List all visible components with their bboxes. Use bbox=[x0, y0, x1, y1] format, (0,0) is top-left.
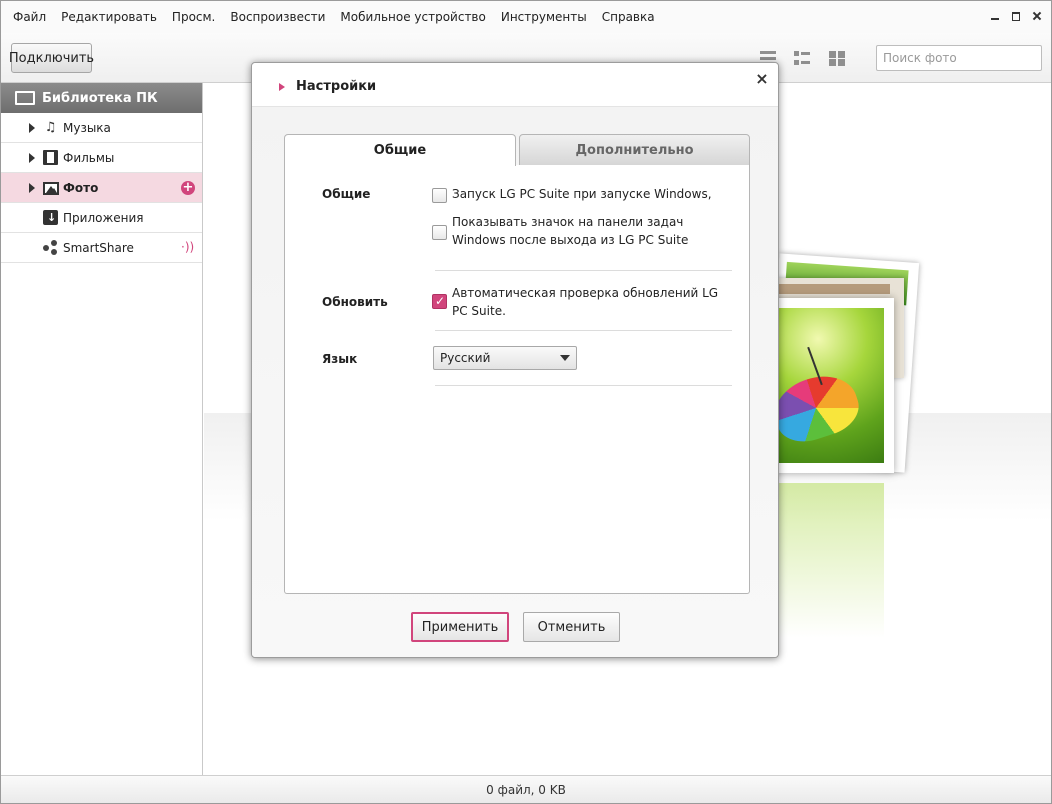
sidebar-item-apps[interactable]: Приложения bbox=[1, 203, 202, 233]
grid-view-icon[interactable] bbox=[829, 51, 845, 66]
update-section-label: Обновить bbox=[322, 295, 388, 309]
photo-stack-illustration bbox=[764, 253, 924, 478]
share-icon bbox=[43, 240, 58, 255]
settings-dialog: Настройки × Общие Дополнительно Общие За… bbox=[251, 62, 779, 658]
divider bbox=[435, 270, 732, 271]
expand-arrow-icon[interactable] bbox=[29, 183, 35, 193]
menu-edit[interactable]: Редактировать bbox=[61, 10, 157, 24]
language-select[interactable]: Русский bbox=[433, 346, 577, 370]
music-note-icon: ♫ bbox=[44, 120, 57, 135]
tray-icon-label: Показывать значок на панели задач Window… bbox=[452, 215, 689, 247]
auto-update-checkbox[interactable] bbox=[432, 294, 447, 309]
sidebar-item-label: Музыка bbox=[63, 121, 111, 135]
pc-library-title: Библиотека ПК bbox=[42, 90, 158, 106]
autostart-label: Запуск LG PC Suite при запуске Windows, bbox=[452, 187, 712, 201]
autostart-checkbox[interactable] bbox=[432, 188, 447, 203]
menu-bar: Файл Редактировать Просм. Воспроизвести … bbox=[1, 1, 1051, 33]
tab-advanced[interactable]: Дополнительно bbox=[519, 134, 750, 166]
cancel-button[interactable]: Отменить bbox=[523, 612, 620, 642]
menu-file[interactable]: Файл bbox=[13, 10, 46, 24]
tab-general[interactable]: Общие bbox=[284, 134, 516, 166]
minimize-icon[interactable] bbox=[989, 10, 1001, 22]
settings-tabs: Общие Дополнительно bbox=[284, 134, 750, 166]
divider bbox=[435, 330, 732, 331]
status-text: 0 файл, 0 KB bbox=[486, 782, 566, 797]
expand-arrow-icon[interactable] bbox=[29, 153, 35, 163]
expand-arrow-icon[interactable] bbox=[29, 123, 35, 133]
pc-library-header[interactable]: Библиотека ПК bbox=[1, 83, 202, 113]
menu-view[interactable]: Просм. bbox=[172, 10, 215, 24]
chevron-down-icon bbox=[560, 355, 570, 361]
sidebar-item-music[interactable]: ♫ Музыка bbox=[1, 113, 202, 143]
language-select-value: Русский bbox=[440, 351, 491, 365]
menu-play[interactable]: Воспроизвести bbox=[230, 10, 325, 24]
general-tab-panel: Общие Запуск LG PC Suite при запуске Win… bbox=[284, 165, 750, 594]
film-icon bbox=[43, 150, 58, 165]
sidebar: Библиотека ПК ♫ Музыка Фильмы Фото + При… bbox=[1, 83, 203, 775]
title-marker-icon bbox=[279, 83, 285, 91]
menu-mobile-device[interactable]: Мобильное устройство bbox=[340, 10, 485, 24]
add-photo-icon[interactable]: + bbox=[181, 181, 195, 195]
general-section-label: Общие bbox=[322, 187, 371, 201]
detail-view-icon[interactable] bbox=[794, 51, 810, 66]
maximize-icon[interactable] bbox=[1010, 10, 1022, 22]
language-section-label: Язык bbox=[322, 352, 358, 366]
signal-icon: ·)) bbox=[181, 240, 195, 254]
sidebar-item-smartshare[interactable]: SmartShare ·)) bbox=[1, 233, 202, 263]
sidebar-item-label: Фото bbox=[63, 181, 99, 195]
menu-tools[interactable]: Инструменты bbox=[501, 10, 587, 24]
monitor-icon bbox=[15, 91, 35, 105]
divider bbox=[435, 385, 732, 386]
photo-search-input[interactable] bbox=[876, 45, 1042, 71]
dialog-titlebar[interactable]: Настройки × bbox=[252, 63, 778, 107]
tray-icon-checkbox[interactable] bbox=[432, 225, 447, 240]
photo-icon bbox=[43, 182, 59, 195]
dialog-title: Настройки bbox=[296, 79, 377, 94]
connect-button[interactable]: Подключить bbox=[9, 43, 94, 73]
sidebar-item-label: SmartShare bbox=[63, 241, 134, 255]
sidebar-item-movies[interactable]: Фильмы bbox=[1, 143, 202, 173]
auto-update-label: Автоматическая проверка обновлений LG PC… bbox=[452, 286, 719, 318]
close-window-icon[interactable] bbox=[1031, 10, 1043, 22]
close-icon[interactable]: × bbox=[755, 71, 769, 87]
status-bar: 0 файл, 0 KB bbox=[1, 775, 1051, 803]
menu-help[interactable]: Справка bbox=[602, 10, 655, 24]
sidebar-item-label: Фильмы bbox=[63, 151, 115, 165]
app-download-icon bbox=[43, 210, 58, 225]
sidebar-item-photo[interactable]: Фото + bbox=[1, 173, 202, 203]
photo-reflection bbox=[774, 483, 884, 638]
sidebar-item-label: Приложения bbox=[63, 211, 144, 225]
apply-button[interactable]: Применить bbox=[411, 612, 509, 642]
